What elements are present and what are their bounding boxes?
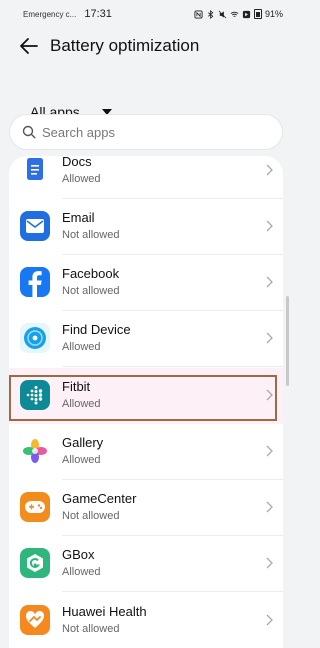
email-icon: [20, 211, 50, 241]
app-status: Not allowed: [62, 285, 120, 297]
wifi-icon: [230, 11, 239, 17]
app-name: Fitbit: [62, 379, 91, 394]
scrollbar[interactable]: [286, 296, 289, 386]
battery-icon: [253, 9, 262, 19]
data-saver-icon: [242, 10, 251, 18]
carrier-label: Emergency c...: [23, 9, 77, 19]
app-name: Email: [62, 210, 95, 225]
battery-percent: 91%: [264, 9, 283, 19]
gbox-icon: [20, 548, 50, 578]
app-name: Gallery: [62, 435, 104, 450]
app-name: Docs: [62, 156, 92, 169]
search-icon: [22, 125, 36, 139]
chevron-right-icon: [266, 220, 273, 232]
app-name: Facebook: [62, 266, 120, 281]
search-input[interactable]: Search apps: [9, 114, 283, 150]
app-list: Docs Allowed Email Not allowed Facebook …: [9, 156, 283, 648]
facebook-icon: [20, 267, 50, 297]
list-item[interactable]: Docs Allowed: [9, 156, 283, 199]
list-item[interactable]: Fitbit Allowed: [9, 368, 283, 424]
app-status: Not allowed: [62, 229, 120, 241]
huawei-health-icon: [20, 605, 50, 635]
app-name: GBox: [62, 547, 95, 562]
chevron-right-icon: [266, 614, 273, 626]
gallery-icon: [20, 436, 50, 466]
app-status: Allowed: [62, 454, 101, 466]
docs-icon: [20, 156, 50, 185]
list-item[interactable]: Find Device Allowed: [9, 311, 283, 367]
chevron-right-icon: [266, 501, 273, 513]
divider: [62, 591, 283, 592]
app-status: Allowed: [62, 341, 101, 353]
list-item[interactable]: Gallery Allowed: [9, 424, 283, 480]
app-status: Allowed: [62, 173, 101, 185]
app-status: Allowed: [62, 566, 101, 578]
chevron-right-icon: [266, 389, 273, 401]
app-bar: Battery optimization: [0, 28, 293, 64]
status-bar: Emergency c... 17:31 91%: [0, 0, 293, 28]
clock: 17:31: [84, 8, 112, 20]
app-name: GameCenter: [62, 491, 137, 506]
list-item[interactable]: Email Not allowed: [9, 199, 283, 255]
list-item[interactable]: Facebook Not allowed: [9, 255, 283, 311]
list-item[interactable]: GBox Allowed: [9, 536, 283, 592]
page-title: Battery optimization: [50, 36, 200, 55]
search-placeholder: Search apps: [42, 124, 115, 140]
app-status: Allowed: [62, 398, 101, 410]
app-name: Find Device: [62, 322, 131, 337]
bluetooth-icon: [207, 9, 214, 19]
app-status: Not allowed: [62, 510, 120, 522]
fitbit-icon: [20, 380, 50, 410]
divider: [62, 366, 283, 367]
list-item[interactable]: GameCenter Not allowed: [9, 480, 283, 536]
list-item[interactable]: Huawei Health Not allowed: [9, 593, 283, 648]
find-device-icon: [20, 323, 50, 353]
app-name: Huawei Health: [62, 604, 147, 619]
gamecenter-icon: [20, 492, 50, 522]
nfc-icon: [194, 9, 203, 19]
chevron-right-icon: [266, 445, 273, 457]
app-status: Not allowed: [62, 623, 120, 635]
chevron-right-icon: [266, 557, 273, 569]
chevron-right-icon: [266, 276, 273, 288]
status-icons: 91%: [194, 9, 283, 19]
back-arrow-icon[interactable]: [18, 35, 40, 57]
mute-icon: [218, 10, 227, 18]
chevron-right-icon: [266, 332, 273, 344]
chevron-right-icon: [266, 164, 273, 176]
